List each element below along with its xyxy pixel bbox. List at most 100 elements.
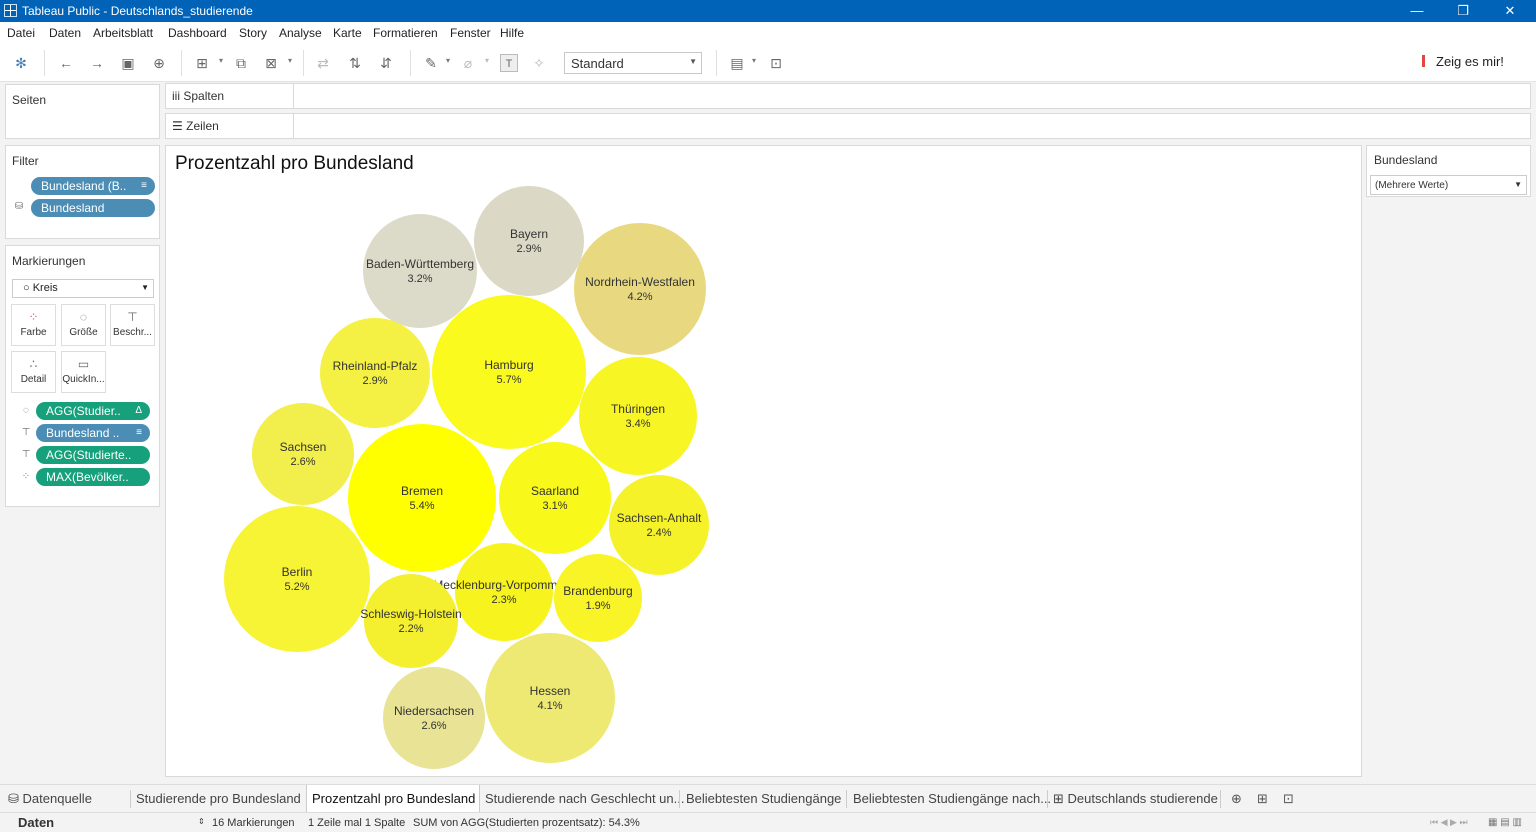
- chevron-down-icon[interactable]: ▾: [446, 56, 450, 65]
- bubble-label: Hamburg: [484, 358, 533, 372]
- bubble-circle[interactable]: [224, 506, 370, 652]
- tab-beliebtesten-studiengaenge-nach[interactable]: Beliebtesten Studiengänge nach...: [853, 785, 1051, 813]
- show-cards-icon[interactable]: ▤: [728, 54, 746, 72]
- tableau-logo-icon[interactable]: ✻: [12, 54, 30, 72]
- marks-pill-label-bundesland[interactable]: Bundesland .. ≡: [36, 424, 150, 442]
- show-labels-icon[interactable]: T: [500, 54, 518, 72]
- view-size-select[interactable]: Standard ▼: [564, 52, 702, 74]
- menu-karte[interactable]: Karte: [333, 26, 362, 40]
- bubble-circle[interactable]: [474, 186, 584, 296]
- chevron-down-icon[interactable]: ▾: [752, 56, 756, 65]
- filter-pill-bundesland[interactable]: Bundesland: [31, 199, 155, 217]
- tab-datasource[interactable]: ⛁ Datenquelle: [8, 785, 92, 813]
- bubble-sachsen[interactable]: Sachsen 2.6%: [252, 403, 354, 505]
- menu-formatieren[interactable]: Formatieren: [373, 26, 438, 40]
- detail-button[interactable]: ∴ Detail: [11, 351, 56, 393]
- duplicate-sheet-icon[interactable]: ⧉: [232, 54, 250, 72]
- bubble-circle[interactable]: [364, 574, 458, 668]
- swap-axes-icon[interactable]: ⇄: [314, 54, 332, 72]
- menu-datei[interactable]: Datei: [7, 26, 35, 40]
- new-worksheet-icon[interactable]: ⊞: [193, 54, 211, 72]
- columns-shelf[interactable]: iii Spalten: [165, 83, 1531, 109]
- bubble-sachsen-anhalt[interactable]: Sachsen-Anhalt 2.4%: [609, 475, 709, 575]
- new-dashboard-icon[interactable]: ⊞: [1257, 785, 1268, 813]
- bubble-berlin[interactable]: Berlin 5.2%: [224, 506, 370, 652]
- show-me-icon: [1422, 55, 1432, 67]
- bubble-circle[interactable]: [499, 442, 611, 554]
- marks-pill-label-pct[interactable]: AGG(Studierte..: [36, 446, 150, 464]
- menu-fenster[interactable]: Fenster: [450, 26, 491, 40]
- menu-hilfe[interactable]: Hilfe: [500, 26, 524, 40]
- fix-axes-icon[interactable]: ✧: [530, 54, 548, 72]
- status-sum: SUM von AGG(Studierten prozentsatz): 54.…: [413, 817, 640, 829]
- close-icon[interactable]: ✕: [1498, 2, 1522, 20]
- bubble-bremen[interactable]: Bremen 5.4%: [348, 424, 496, 572]
- highlight-icon[interactable]: ✎: [422, 54, 440, 72]
- sort-descending-icon[interactable]: ⇵: [377, 54, 395, 72]
- bubble-hessen[interactable]: Hessen 4.1%: [485, 633, 615, 763]
- new-worksheet-icon[interactable]: ⊕: [1231, 785, 1242, 813]
- bubble-circle[interactable]: [554, 554, 642, 642]
- tab-beliebtesten-studiengaenge[interactable]: Beliebtesten Studiengänge: [686, 785, 841, 813]
- show-me-button[interactable]: Zeig es mir!: [1422, 54, 1504, 69]
- bubble-circle[interactable]: [432, 295, 586, 449]
- bubble-circle[interactable]: [455, 543, 553, 641]
- menu-bar: Datei Daten Arbeitsblatt Dashboard Story…: [0, 22, 1536, 44]
- chevron-down-icon[interactable]: ▾: [288, 56, 292, 65]
- marks-pill-color[interactable]: MAX(Bevölker..: [36, 468, 150, 486]
- filter-pill-bundesland-b[interactable]: Bundesland (B.. ≡: [31, 177, 155, 195]
- chevron-down-icon[interactable]: ▾: [219, 56, 223, 65]
- new-story-icon[interactable]: ⊡: [1283, 785, 1294, 813]
- tooltip-button[interactable]: ▭ QuickIn...: [61, 351, 106, 393]
- size-button[interactable]: ◌ Größe: [61, 304, 106, 346]
- quick-filter-select[interactable]: (Mehrere Werte) ▼: [1370, 175, 1527, 195]
- redo-icon[interactable]: →: [88, 54, 106, 72]
- presentation-mode-icon[interactable]: ⊡: [767, 54, 785, 72]
- menu-arbeitsblatt[interactable]: Arbeitsblatt: [93, 26, 153, 40]
- menu-analyse[interactable]: Analyse: [279, 26, 322, 40]
- bubble-rheinland-pfalz[interactable]: Rheinland-Pfalz 2.9%: [320, 318, 430, 428]
- bubble-circle[interactable]: [348, 424, 496, 572]
- maximize-icon[interactable]: ❐: [1451, 2, 1475, 20]
- marks-pill-size[interactable]: AGG(Studier.. Δ: [36, 402, 150, 420]
- tab-studierende-nach-geschlecht[interactable]: Studierende nach Geschlecht un...: [485, 785, 684, 813]
- bubble-saarland[interactable]: Saarland 3.1%: [499, 442, 611, 554]
- bubble-circle[interactable]: [609, 475, 709, 575]
- bubble-circle[interactable]: [363, 214, 477, 328]
- bubble-niedersachsen[interactable]: Niedersachsen 2.6%: [383, 667, 485, 769]
- bubble-hamburg[interactable]: Hamburg 5.7%: [432, 295, 586, 449]
- bubble-nordrhein-westfalen[interactable]: Nordrhein-Westfalen 4.2%: [574, 223, 706, 355]
- label-button[interactable]: ⊤ Beschr...: [110, 304, 155, 346]
- bubble-brandenburg[interactable]: Brandenburg 1.9%: [554, 554, 642, 642]
- minimize-icon[interactable]: —: [1405, 2, 1429, 20]
- save-icon[interactable]: ▣: [119, 54, 137, 72]
- menu-daten[interactable]: Daten: [49, 26, 81, 40]
- tab-prozentzahl-pro-bundesland[interactable]: Prozentzahl pro Bundesland: [306, 785, 480, 813]
- menu-story[interactable]: Story: [239, 26, 267, 40]
- bubble-baden-w-rttemberg[interactable]: Baden-Württemberg 3.2%: [363, 214, 477, 328]
- bubble-circle[interactable]: [485, 633, 615, 763]
- sort-ascending-icon[interactable]: ⇅: [346, 54, 364, 72]
- bubble-th-ringen[interactable]: Thüringen 3.4%: [579, 357, 697, 475]
- bubble-circle[interactable]: [320, 318, 430, 428]
- bubble-bayern[interactable]: Bayern 2.9%: [474, 186, 584, 296]
- bubble-circle[interactable]: [574, 223, 706, 355]
- bubble-circle[interactable]: [579, 357, 697, 475]
- undo-icon[interactable]: ←: [57, 54, 75, 72]
- mark-type-select[interactable]: ○ Kreis ▼: [12, 279, 154, 298]
- group-icon[interactable]: ⌀: [459, 54, 477, 72]
- bubble-circle[interactable]: [252, 403, 354, 505]
- color-button[interactable]: ⁘ Farbe: [11, 304, 56, 346]
- menu-dashboard[interactable]: Dashboard: [168, 26, 227, 40]
- sheet-view-icons[interactable]: ▦ ▤ ▥: [1488, 817, 1522, 828]
- tab-deutschlands-studierende[interactable]: ⊞ Deutschlands studierende: [1053, 785, 1218, 813]
- bubble-circle[interactable]: [383, 667, 485, 769]
- rows-shelf[interactable]: ☰ Zeilen: [165, 113, 1531, 139]
- toolbar: ✻ ← → ▣ ⊕ ⊞ ▾ ⧉ ⊠ ▾ ⇄ ⇅ ⇵ ✎ ▾ ⌀ ▾ T ✧ St…: [0, 44, 1536, 82]
- sheet-nav-icon[interactable]: ⏮ ◀ ▶ ⏭: [1430, 817, 1468, 828]
- clear-sheet-icon[interactable]: ⊠: [262, 54, 280, 72]
- new-datasource-icon[interactable]: ⊕: [150, 54, 168, 72]
- updown-icon[interactable]: ⇕: [198, 817, 205, 826]
- chevron-down-icon[interactable]: ▾: [485, 56, 489, 65]
- tab-studierende-pro-bundesland[interactable]: Studierende pro Bundesland: [136, 785, 301, 813]
